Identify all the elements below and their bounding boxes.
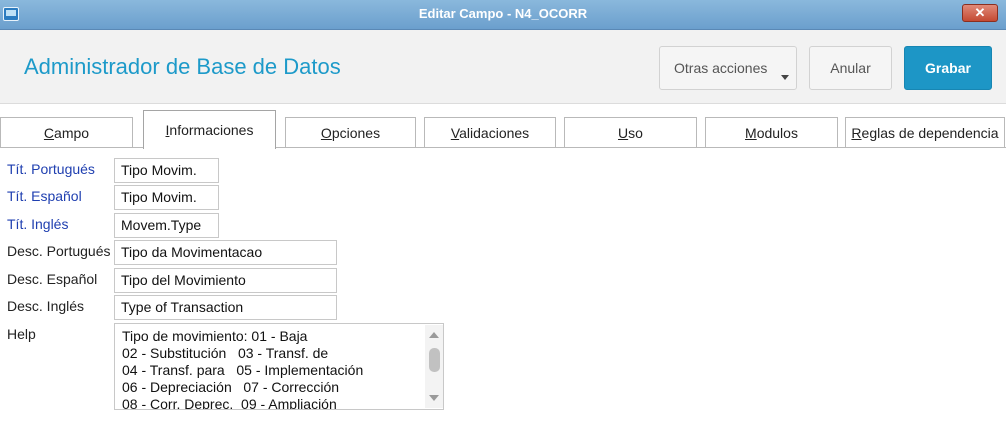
help-label: Help [7, 326, 36, 342]
tab-uso-mnemonic: U [618, 125, 629, 141]
tab-campo[interactable]: Campo [0, 117, 133, 148]
close-window-button[interactable]: ✕ [962, 4, 998, 22]
scroll-thumb[interactable] [429, 348, 440, 372]
tab-uso-label: so [628, 125, 643, 141]
tit-espanol-field[interactable]: Tipo Movim. [114, 185, 219, 210]
scroll-up-arrow-icon[interactable] [429, 332, 439, 338]
close-icon: ✕ [974, 5, 986, 20]
help-text: Tipo de movimiento: 01 - Baja 02 - Subst… [122, 328, 422, 410]
help-line: 04 - Transf. para 05 - Implementación [122, 362, 364, 378]
page-title: Administrador de Base de Datos [24, 54, 341, 79]
tab-validaciones-mnemonic: V [450, 125, 460, 141]
help-textarea[interactable]: Tipo de movimiento: 01 - Baja 02 - Subst… [114, 323, 444, 410]
page-header: Administrador de Base de Datos Otras acc… [0, 30, 1006, 104]
help-line: Tipo de movimiento: 01 - Baja [122, 328, 308, 344]
tab-opciones[interactable]: Opciones [285, 117, 416, 148]
tab-campo-mnemonic: C [43, 125, 55, 141]
desc-portugues-label: Desc. Portugués [7, 243, 111, 259]
tit-ingles-field[interactable]: Movem.Type [114, 213, 219, 238]
tit-espanol-label: Tít. Español [7, 188, 82, 204]
tab-reglas-label: eglas de dependencia [861, 125, 999, 141]
help-line: 06 - Depreciación 07 - Corrección [122, 379, 340, 395]
tab-uso[interactable]: Uso [564, 117, 697, 148]
desc-espanol-label: Desc. Español [7, 271, 98, 287]
chevron-down-icon [781, 75, 789, 80]
anular-button[interactable]: Anular [809, 46, 892, 90]
tit-portugues-label: Tít. Portugués [7, 161, 95, 177]
tit-portugues-field[interactable]: Tipo Movim. [114, 158, 219, 183]
tab-campo-label: ampo [54, 125, 90, 141]
help-line: 02 - Substitución 03 - Transf. de [122, 345, 329, 361]
window-title: Editar Campo - N4_OCORR [418, 6, 588, 21]
tab-validaciones-label: alidaciones [459, 125, 530, 141]
tab-informaciones[interactable]: Informaciones [143, 110, 276, 149]
help-line: 08 - Corr. Deprec. 09 - Ampliación [122, 396, 337, 410]
tab-opciones-label: pciones [331, 125, 381, 141]
help-scrollbar[interactable] [425, 325, 443, 408]
tab-modulos-mnemonic: M [745, 125, 757, 141]
grabar-button[interactable]: Grabar [904, 46, 992, 90]
tab-reglas-mnemonic: R [851, 125, 862, 141]
desc-ingles-label: Desc. Inglés [7, 298, 85, 314]
tab-modulos[interactable]: Modulos [705, 117, 838, 148]
tab-modulos-label: odulos [756, 125, 798, 141]
tab-validaciones[interactable]: Validaciones [424, 117, 556, 148]
desc-ingles-field[interactable]: Type of Transaction [114, 295, 337, 320]
desc-espanol-field[interactable]: Tipo del Movimiento [114, 268, 337, 293]
desc-portugues-field[interactable]: Tipo da Movimentacao [114, 240, 337, 265]
scroll-down-arrow-icon[interactable] [429, 395, 439, 401]
tab-informaciones-label: nformaciones [169, 122, 254, 138]
tab-opciones-mnemonic: O [320, 125, 332, 141]
otras-acciones-button[interactable]: Otras acciones [659, 46, 797, 90]
window-titlebar: Editar Campo - N4_OCORR ✕ [0, 0, 1006, 30]
tit-ingles-label: Tít. Inglés [7, 216, 69, 232]
otras-acciones-label: Otras acciones [674, 60, 768, 76]
tab-reglas-de-dependencia[interactable]: Reglas de dependencia [845, 117, 1005, 148]
